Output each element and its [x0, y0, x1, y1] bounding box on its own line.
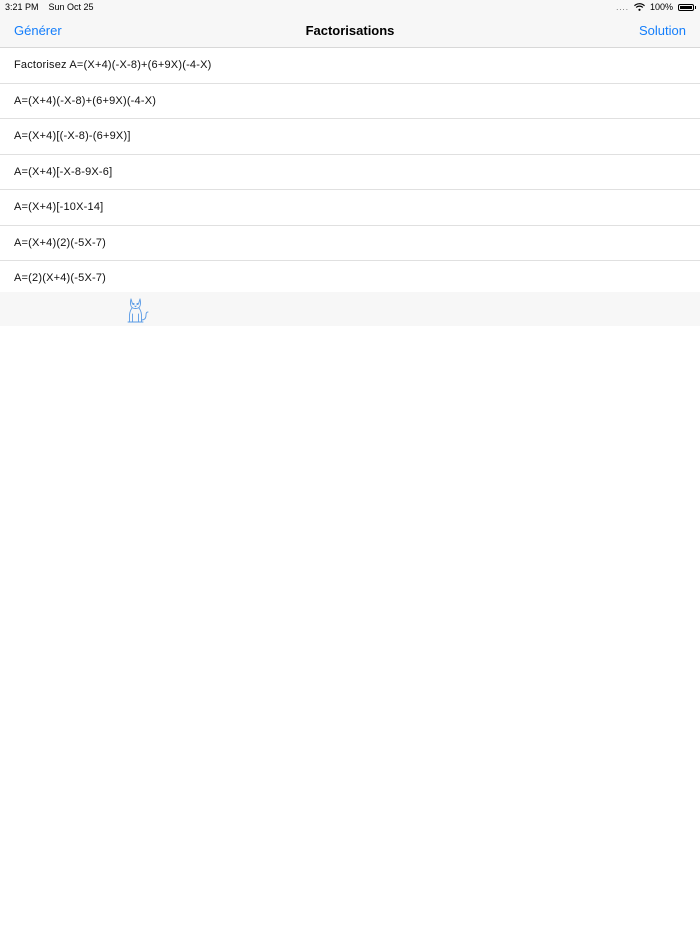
status-bar: 3:21 PM Sun Oct 25 .... 100% — [0, 0, 700, 14]
list-item-step-5: A=(X+4)(2)(-5X-7) — [0, 226, 700, 261]
navigation-bar: Générer Factorisations Solution — [0, 14, 700, 48]
list-item-prompt: Factorisez A=(X+4)(-X-8)+(6+9X)(-4-X) — [0, 48, 700, 84]
list-item-step-3: A=(X+4)[-X-8-9X-6] — [0, 155, 700, 190]
list-item-step-1: A=(X+4)(-X-8)+(6+9X)(-4-X) — [0, 84, 700, 119]
solution-button[interactable]: Solution — [639, 23, 686, 38]
steps-list: Factorisez A=(X+4)(-X-8)+(6+9X)(-4-X) A=… — [0, 48, 700, 297]
battery-fill — [680, 5, 692, 9]
battery-percentage: 100% — [649, 2, 673, 12]
status-time: 3:21 PM — [5, 2, 39, 12]
signal-icon: .... — [616, 2, 629, 12]
footer-bar — [0, 292, 700, 326]
status-date: Sun Oct 25 — [48, 2, 94, 12]
wifi-icon — [634, 3, 645, 11]
status-right: .... 100% — [616, 2, 696, 12]
page-title: Factorisations — [305, 23, 395, 38]
list-item-step-2: A=(X+4)[(-X-8)-(6+9X)] — [0, 119, 700, 155]
battery-icon — [678, 3, 696, 11]
list-item-step-4: A=(X+4)[-10X-14] — [0, 190, 700, 226]
status-left: 3:21 PM Sun Oct 25 — [5, 2, 94, 12]
cat-icon — [124, 296, 152, 329]
